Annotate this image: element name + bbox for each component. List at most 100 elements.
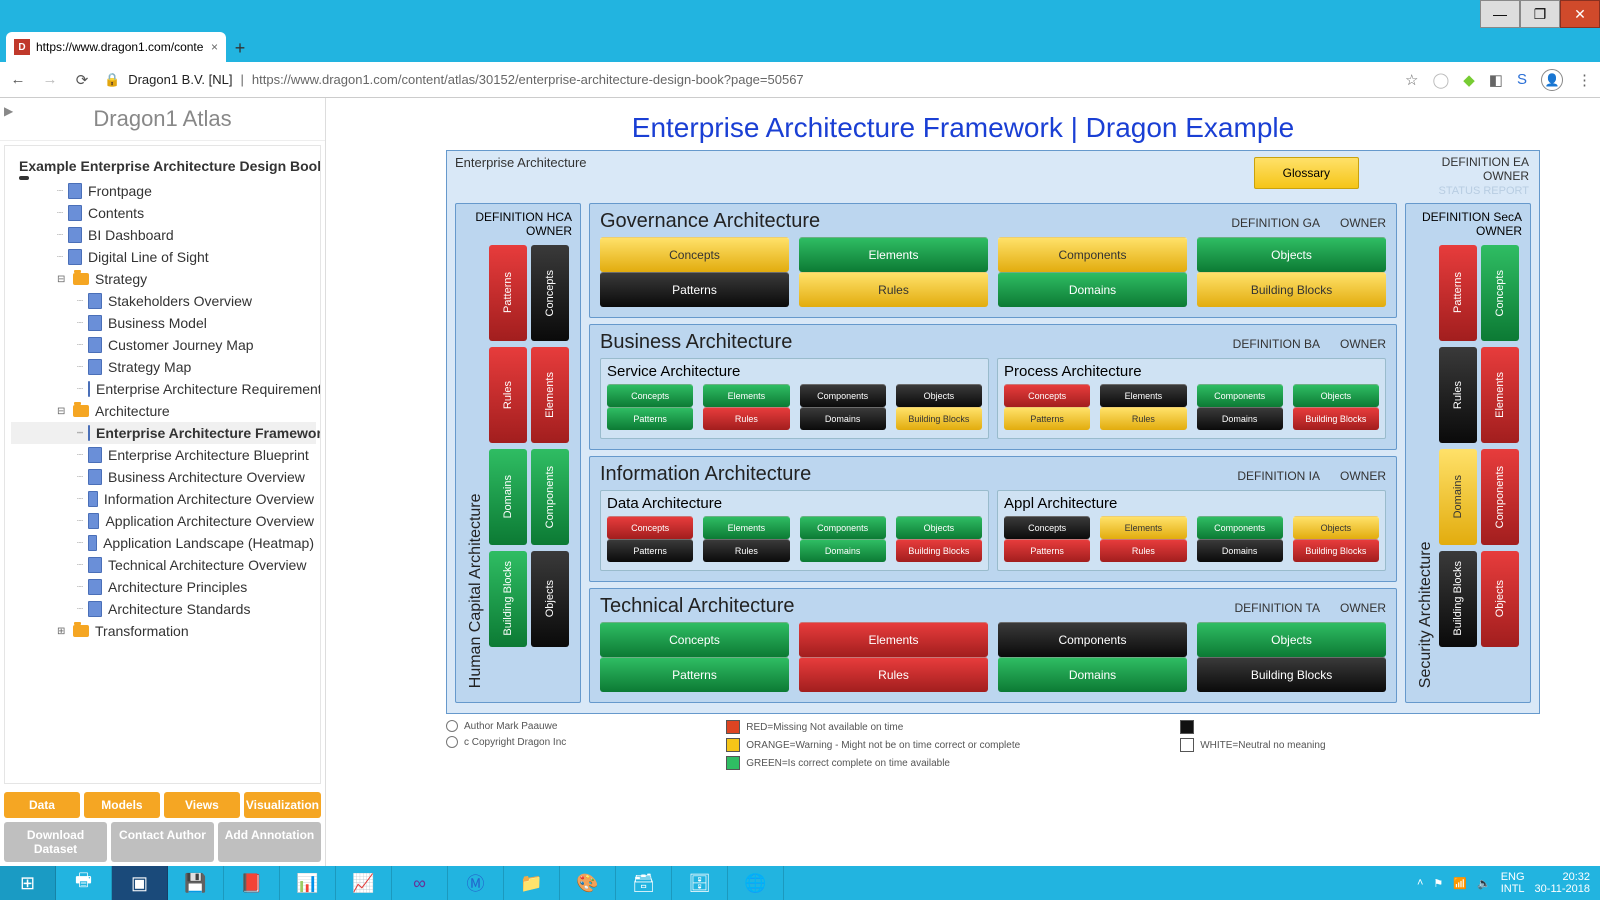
arch-button[interactable]: Rules	[703, 539, 789, 562]
arch-pill[interactable]: Building Blocks	[489, 551, 527, 647]
arch-pill[interactable]: Building Blocks	[1439, 551, 1477, 647]
tree-page[interactable]: ┈Contents	[11, 202, 316, 224]
human-capital-column[interactable]: DEFINITION HCAOWNER Human Capital Archit…	[455, 203, 581, 703]
arch-pill[interactable]: Elements	[531, 347, 569, 443]
arch-button[interactable]: Elements	[703, 384, 789, 407]
arch-pill[interactable]: Concepts	[1481, 245, 1519, 341]
tree-page[interactable]: ┈Digital Line of Sight	[11, 246, 316, 268]
arch-pill[interactable]: Components	[1481, 449, 1519, 545]
sidebar-action-button[interactable]: Visualization	[244, 792, 321, 818]
arch-button[interactable]: Objects	[896, 384, 982, 407]
arch-button[interactable]: Elements	[799, 237, 988, 272]
nav-tree[interactable]: Example Enterprise Architecture Design B…	[4, 145, 321, 784]
security-column[interactable]: DEFINITION SecAOWNER Security Architectu…	[1405, 203, 1531, 703]
tree-page[interactable]: ┈Information Architecture Overview	[11, 488, 316, 510]
taskbar-app-icon[interactable]: Ⓜ	[448, 866, 504, 900]
expander-icon[interactable]: ⊟	[57, 406, 67, 417]
arch-pill[interactable]: Patterns	[489, 245, 527, 341]
extension-icon[interactable]: ◧	[1489, 71, 1503, 89]
taskbar-app-icon[interactable]: ∞	[392, 866, 448, 900]
tray-chevron-icon[interactable]: ˄	[1417, 877, 1423, 889]
bookmark-star-icon[interactable]: ☆	[1405, 71, 1418, 89]
extension-icon[interactable]: ◯	[1432, 71, 1449, 89]
arch-pill[interactable]: Concepts	[531, 245, 569, 341]
arch-button[interactable]: Patterns	[607, 539, 693, 562]
arch-button[interactable]: Domains	[998, 272, 1187, 307]
taskbar-app-icon[interactable]: 🖶	[56, 866, 112, 900]
arch-button[interactable]: Elements	[799, 622, 988, 657]
arch-button[interactable]: Objects	[896, 516, 982, 539]
arch-button[interactable]: Domains	[800, 407, 886, 430]
window-maximize-button[interactable]: ❐	[1520, 0, 1560, 28]
glossary-button[interactable]: Glossary	[1254, 157, 1359, 189]
tray-volume-icon[interactable]: 🔈	[1477, 877, 1491, 890]
arch-button[interactable]: Building Blocks	[1197, 657, 1386, 692]
arch-button[interactable]: Objects	[1293, 516, 1379, 539]
sidebar-action-button[interactable]: Download Dataset	[4, 822, 107, 862]
arch-pill[interactable]: Patterns	[1439, 245, 1477, 341]
tree-page[interactable]: ┈Architecture Standards	[11, 598, 316, 620]
sidebar-collapse-icon[interactable]: ▶	[4, 104, 13, 118]
arch-pill[interactable]: Elements	[1481, 347, 1519, 443]
tree-page[interactable]: ┈Enterprise Architecture Requirements	[11, 378, 316, 400]
arch-button[interactable]: Components	[998, 622, 1187, 657]
tree-page[interactable]: ┈Stakeholders Overview	[11, 290, 316, 312]
arch-button[interactable]: Elements	[703, 516, 789, 539]
taskbar-app-icon[interactable]: ▣	[112, 866, 168, 900]
arch-button[interactable]: Building Blocks	[1293, 407, 1379, 430]
tree-page[interactable]: ┈Enterprise Architecture Blueprint	[11, 444, 316, 466]
book-root[interactable]: Example Enterprise Architecture Design B…	[11, 152, 316, 180]
arch-pill[interactable]: Rules	[489, 347, 527, 443]
arch-button[interactable]: Concepts	[1004, 516, 1090, 539]
address-bar[interactable]: 🔒 Dragon1 B.V. [NL] | https://www.dragon…	[104, 72, 1393, 88]
arch-pill[interactable]: Objects	[1481, 551, 1519, 647]
arch-button[interactable]: Objects	[1197, 237, 1386, 272]
taskbar-app-icon[interactable]: 🗄	[672, 866, 728, 900]
tree-page[interactable]: ┈Enterprise Architecture Framework	[11, 422, 316, 444]
arch-button[interactable]: Objects	[1197, 622, 1386, 657]
arch-button[interactable]: Concepts	[600, 622, 789, 657]
sidebar-action-button[interactable]: Data	[4, 792, 80, 818]
sidebar-action-button[interactable]: Models	[84, 792, 160, 818]
arch-button[interactable]: Rules	[1100, 407, 1186, 430]
arch-button[interactable]: Domains	[1197, 539, 1283, 562]
arch-button[interactable]: Rules	[799, 657, 988, 692]
tab-close-icon[interactable]: ×	[211, 40, 218, 54]
arch-button[interactable]: Components	[998, 237, 1187, 272]
arch-button[interactable]: Elements	[1100, 384, 1186, 407]
arch-button[interactable]: Domains	[1197, 407, 1283, 430]
tree-page[interactable]: ┈Business Model	[11, 312, 316, 334]
tree-page[interactable]: ┈Technical Architecture Overview	[11, 554, 316, 576]
expander-icon[interactable]: ⊞	[57, 626, 67, 637]
window-close-button[interactable]: ✕	[1560, 0, 1600, 28]
arch-button[interactable]: Elements	[1100, 516, 1186, 539]
arch-pill[interactable]: Objects	[531, 551, 569, 647]
tree-page[interactable]: ┈Architecture Principles	[11, 576, 316, 598]
browser-menu-icon[interactable]: ⋮	[1577, 71, 1592, 89]
arch-button[interactable]: Patterns	[600, 657, 789, 692]
arch-button[interactable]: Domains	[800, 539, 886, 562]
taskbar-app-icon[interactable]: 🎨	[560, 866, 616, 900]
tree-page[interactable]: ┈Application Architecture Overview	[11, 510, 316, 532]
arch-button[interactable]: Patterns	[607, 407, 693, 430]
taskbar-app-icon[interactable]: 📁	[504, 866, 560, 900]
tree-page[interactable]: ┈Frontpage	[11, 180, 316, 202]
arch-pill[interactable]: Domains	[1439, 449, 1477, 545]
tree-folder[interactable]: ⊟Strategy	[11, 268, 316, 290]
tray-network-icon[interactable]: 📶	[1453, 877, 1467, 890]
arch-button[interactable]: Concepts	[607, 516, 693, 539]
tray-flag-icon[interactable]: ⚑	[1433, 877, 1443, 890]
browser-tab[interactable]: D https://www.dragon1.com/conte ×	[6, 32, 226, 62]
sidebar-action-button[interactable]: Views	[164, 792, 240, 818]
nav-reload-icon[interactable]: ⟳	[72, 71, 92, 89]
arch-button[interactable]: Concepts	[1004, 384, 1090, 407]
new-tab-button[interactable]: +	[226, 34, 254, 62]
arch-button[interactable]: Rules	[703, 407, 789, 430]
arch-button[interactable]: Building Blocks	[896, 407, 982, 430]
taskbar-app-icon[interactable]: 🗃	[616, 866, 672, 900]
tree-page[interactable]: ┈Strategy Map	[11, 356, 316, 378]
start-button[interactable]: ⊞	[0, 866, 56, 900]
tree-page[interactable]: ┈Customer Journey Map	[11, 334, 316, 356]
arch-button[interactable]: Patterns	[600, 272, 789, 307]
arch-pill[interactable]: Components	[531, 449, 569, 545]
